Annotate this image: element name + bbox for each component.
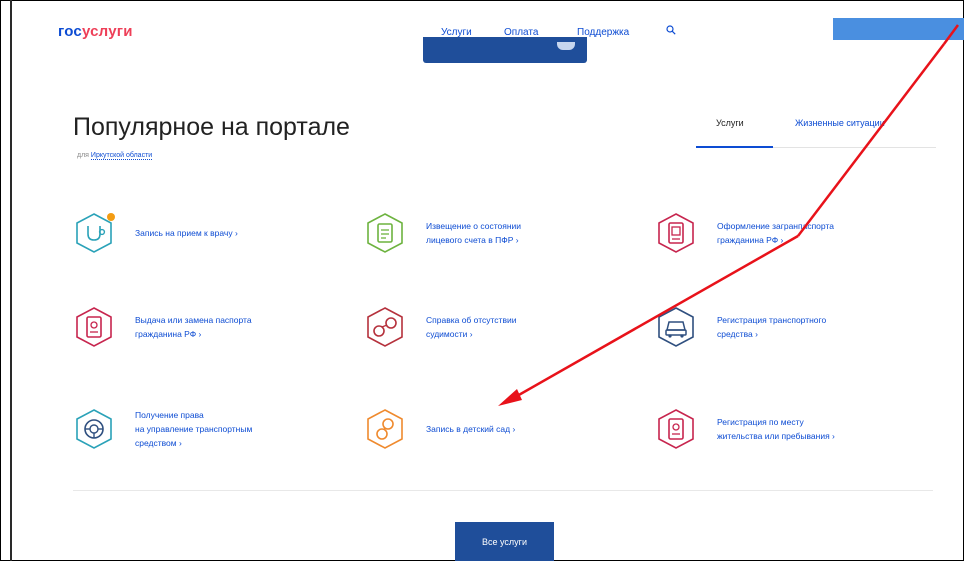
annotation-arrowhead: [498, 389, 522, 406]
annotation-arrow-line-1: [797, 43, 945, 237]
annotation-arrow-line-2: [509, 234, 799, 402]
annotation-arrows: [498, 24, 960, 406]
annotation-arrow-tail: [942, 24, 960, 45]
